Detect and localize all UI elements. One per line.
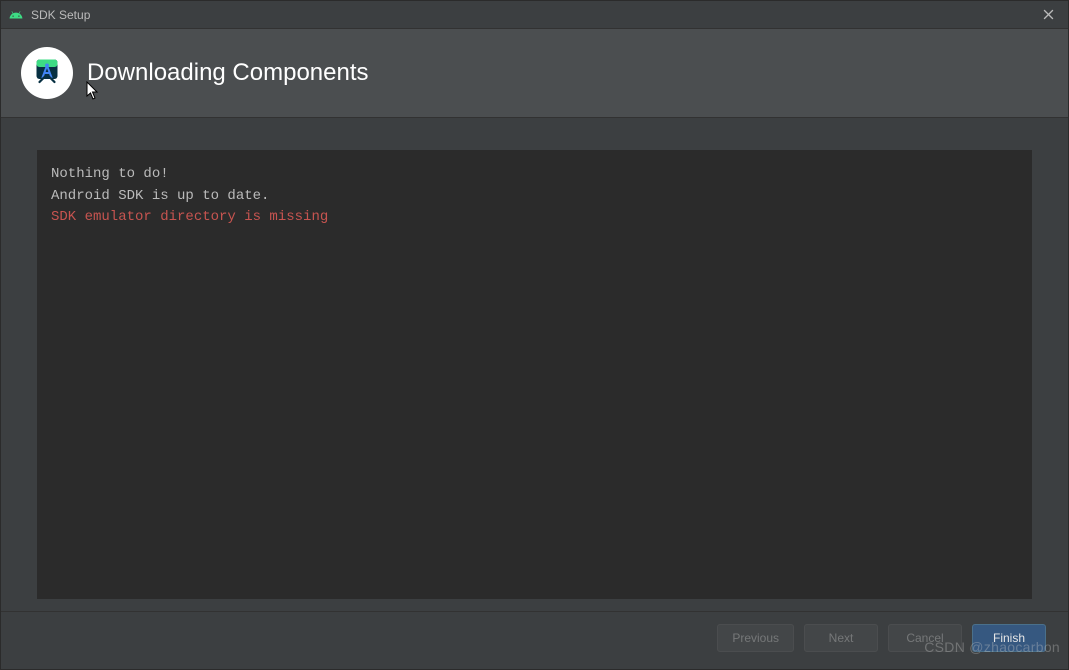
titlebar: SDK Setup — [1, 1, 1068, 29]
content-area: Nothing to do!Android SDK is up to date.… — [1, 118, 1068, 611]
close-button[interactable] — [1036, 3, 1060, 27]
next-button[interactable]: Next — [804, 624, 878, 652]
finish-button[interactable]: Finish — [972, 624, 1046, 652]
wizard-header: Downloading Components — [1, 29, 1068, 118]
log-line-error: SDK emulator directory is missing — [51, 207, 1018, 229]
wizard-button-bar: Previous Next Cancel Finish — [1, 611, 1068, 669]
page-heading: Downloading Components — [87, 59, 369, 87]
log-console: Nothing to do!Android SDK is up to date.… — [37, 150, 1032, 599]
android-icon — [9, 8, 23, 22]
android-studio-logo — [21, 47, 73, 99]
window-title: SDK Setup — [31, 8, 1036, 22]
sdk-setup-window: SDK Setup Downloading Components Nothing… — [0, 0, 1069, 670]
log-line: Android SDK is up to date. — [51, 186, 1018, 208]
cancel-button[interactable]: Cancel — [888, 624, 962, 652]
log-line: Nothing to do! — [51, 164, 1018, 186]
previous-button[interactable]: Previous — [717, 624, 794, 652]
close-icon — [1043, 9, 1054, 20]
